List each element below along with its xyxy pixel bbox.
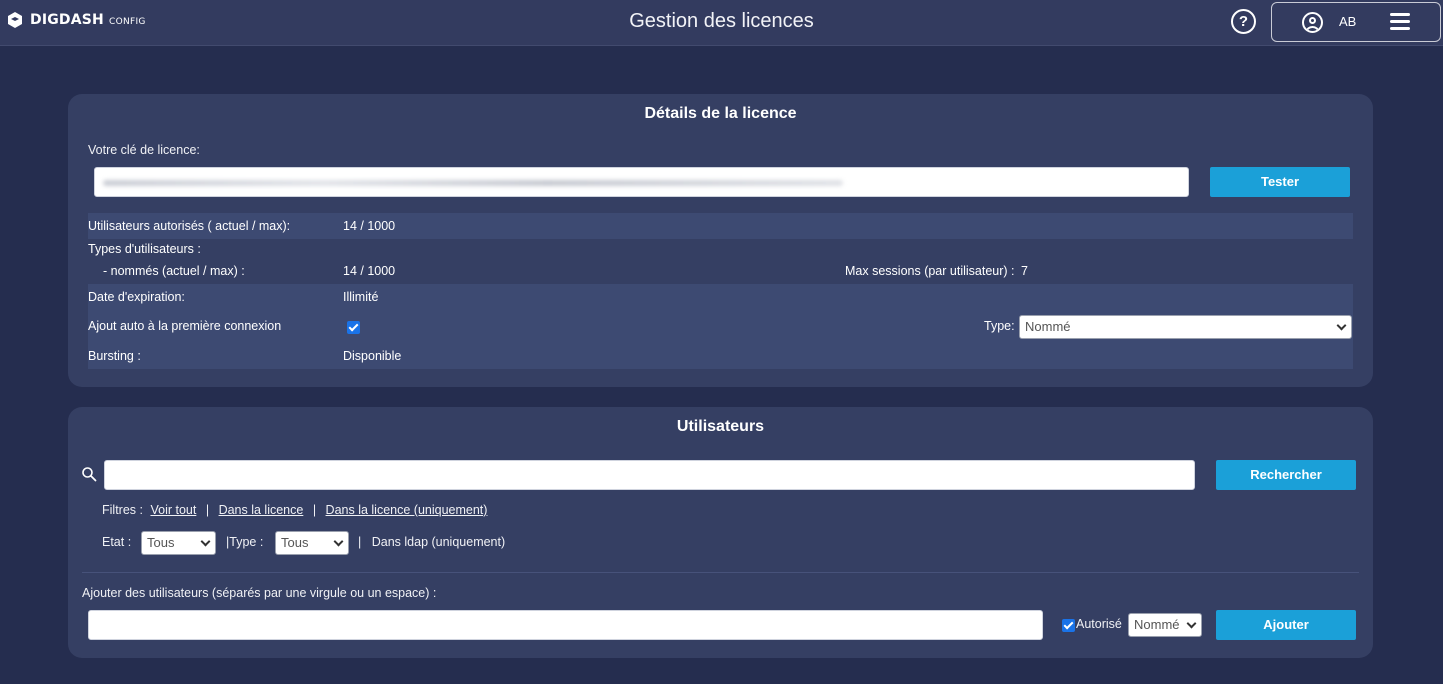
type-filter-select[interactable]: Tous xyxy=(275,531,349,555)
help-icon[interactable]: ? xyxy=(1231,9,1256,34)
max-sessions-label: Max sessions (par utilisateur) : xyxy=(845,264,1015,278)
named-users-label: - nommés (actuel / max) : xyxy=(103,264,245,278)
auto-add-type-value: Nommé xyxy=(1025,319,1071,334)
ldap-filter-label[interactable]: Dans ldap (uniquement) xyxy=(372,535,505,549)
filter-separator-2: | xyxy=(312,503,317,517)
license-key-label: Votre clé de licence: xyxy=(88,143,200,157)
max-sessions-value: 7 xyxy=(1021,264,1028,278)
filter-in-license-link[interactable]: Dans la licence xyxy=(219,503,304,517)
bursting-row: Bursting : Disponible xyxy=(88,343,1353,369)
user-types-row: Types d'utilisateurs : xyxy=(88,239,1353,259)
license-key-input[interactable] xyxy=(94,167,1189,197)
authorized-label: Autorisé xyxy=(1076,617,1122,631)
authorized-users-value: 14 / 1000 xyxy=(343,219,396,233)
license-details-title: Détails de la licence xyxy=(644,105,797,122)
user-search-input[interactable] xyxy=(104,460,1195,490)
auto-add-label: Ajout auto à la première connexion xyxy=(88,319,282,333)
ldap-separator: | xyxy=(358,535,362,549)
user-menu[interactable]: AB xyxy=(1271,2,1441,42)
user-initials: AB xyxy=(1339,14,1357,29)
filters-label: Filtres : xyxy=(102,503,143,517)
named-users-value: 14 / 1000 xyxy=(343,264,396,278)
filter-all-link[interactable]: Voir tout xyxy=(150,503,196,517)
ldap-filter: | Dans ldap (uniquement) xyxy=(358,535,505,549)
test-button[interactable]: Tester xyxy=(1210,167,1350,197)
user-icon[interactable] xyxy=(1302,12,1323,33)
auto-add-type-select[interactable]: Nommé xyxy=(1019,315,1352,339)
state-select-value: Tous xyxy=(147,535,175,550)
license-details-card: Détails de la licence Votre clé de licen… xyxy=(68,94,1373,387)
expiration-label: Date d'expiration: xyxy=(88,290,185,304)
authorized-checkbox[interactable] xyxy=(1062,619,1075,632)
license-key-blurred-value xyxy=(103,180,843,186)
type-filter-value: Tous xyxy=(281,535,309,550)
add-users-input[interactable] xyxy=(88,610,1043,640)
search-icon xyxy=(82,467,97,482)
hamburger-menu-icon[interactable] xyxy=(1390,13,1410,31)
auto-add-checkbox[interactable] xyxy=(347,321,360,334)
named-users-row: - nommés (actuel / max) : 14 / 1000 Max … xyxy=(88,259,1353,284)
user-types-label: Types d'utilisateurs : xyxy=(88,242,201,256)
chevron-down-icon xyxy=(200,536,211,547)
filters-row: Filtres : Voir tout | Dans la licence | … xyxy=(102,503,487,517)
bursting-value: Disponible xyxy=(343,349,402,363)
type-filter-label: |Type : xyxy=(226,535,264,549)
users-card: Utilisateurs Rechercher Filtres : Voir t… xyxy=(68,407,1373,658)
search-button[interactable]: Rechercher xyxy=(1216,460,1356,490)
auto-add-row: Ajout auto à la première connexion Type:… xyxy=(88,310,1353,343)
filter-in-license-only-link[interactable]: Dans la licence (uniquement) xyxy=(326,503,488,517)
chevron-down-icon xyxy=(1336,320,1347,331)
expiration-value: Illimité xyxy=(343,290,379,304)
add-type-value: Nommé xyxy=(1134,617,1180,632)
authorized-users-row: Utilisateurs autorisés ( actuel / max): … xyxy=(88,213,1353,239)
section-divider xyxy=(82,572,1359,573)
expiration-row: Date d'expiration: Illimité xyxy=(88,284,1353,310)
chevron-down-icon xyxy=(333,536,344,547)
bursting-label: Bursting : xyxy=(88,349,141,363)
add-users-label: Ajouter des utilisateurs (séparés par un… xyxy=(82,586,437,600)
authorized-users-label: Utilisateurs autorisés ( actuel / max): xyxy=(88,219,291,233)
filter-separator-1: | xyxy=(205,503,210,517)
add-button[interactable]: Ajouter xyxy=(1216,610,1356,640)
state-select[interactable]: Tous xyxy=(141,531,216,555)
top-bar: DIGDASH CONFIG Gestion des licences ? AB xyxy=(0,0,1443,46)
chevron-down-icon xyxy=(1186,618,1197,629)
auto-add-type-label: Type: xyxy=(984,319,1015,333)
add-type-select[interactable]: Nommé xyxy=(1128,613,1202,637)
users-title: Utilisateurs xyxy=(676,418,765,435)
state-label: Etat : xyxy=(102,535,132,549)
page-title: Gestion des licences xyxy=(629,10,814,32)
